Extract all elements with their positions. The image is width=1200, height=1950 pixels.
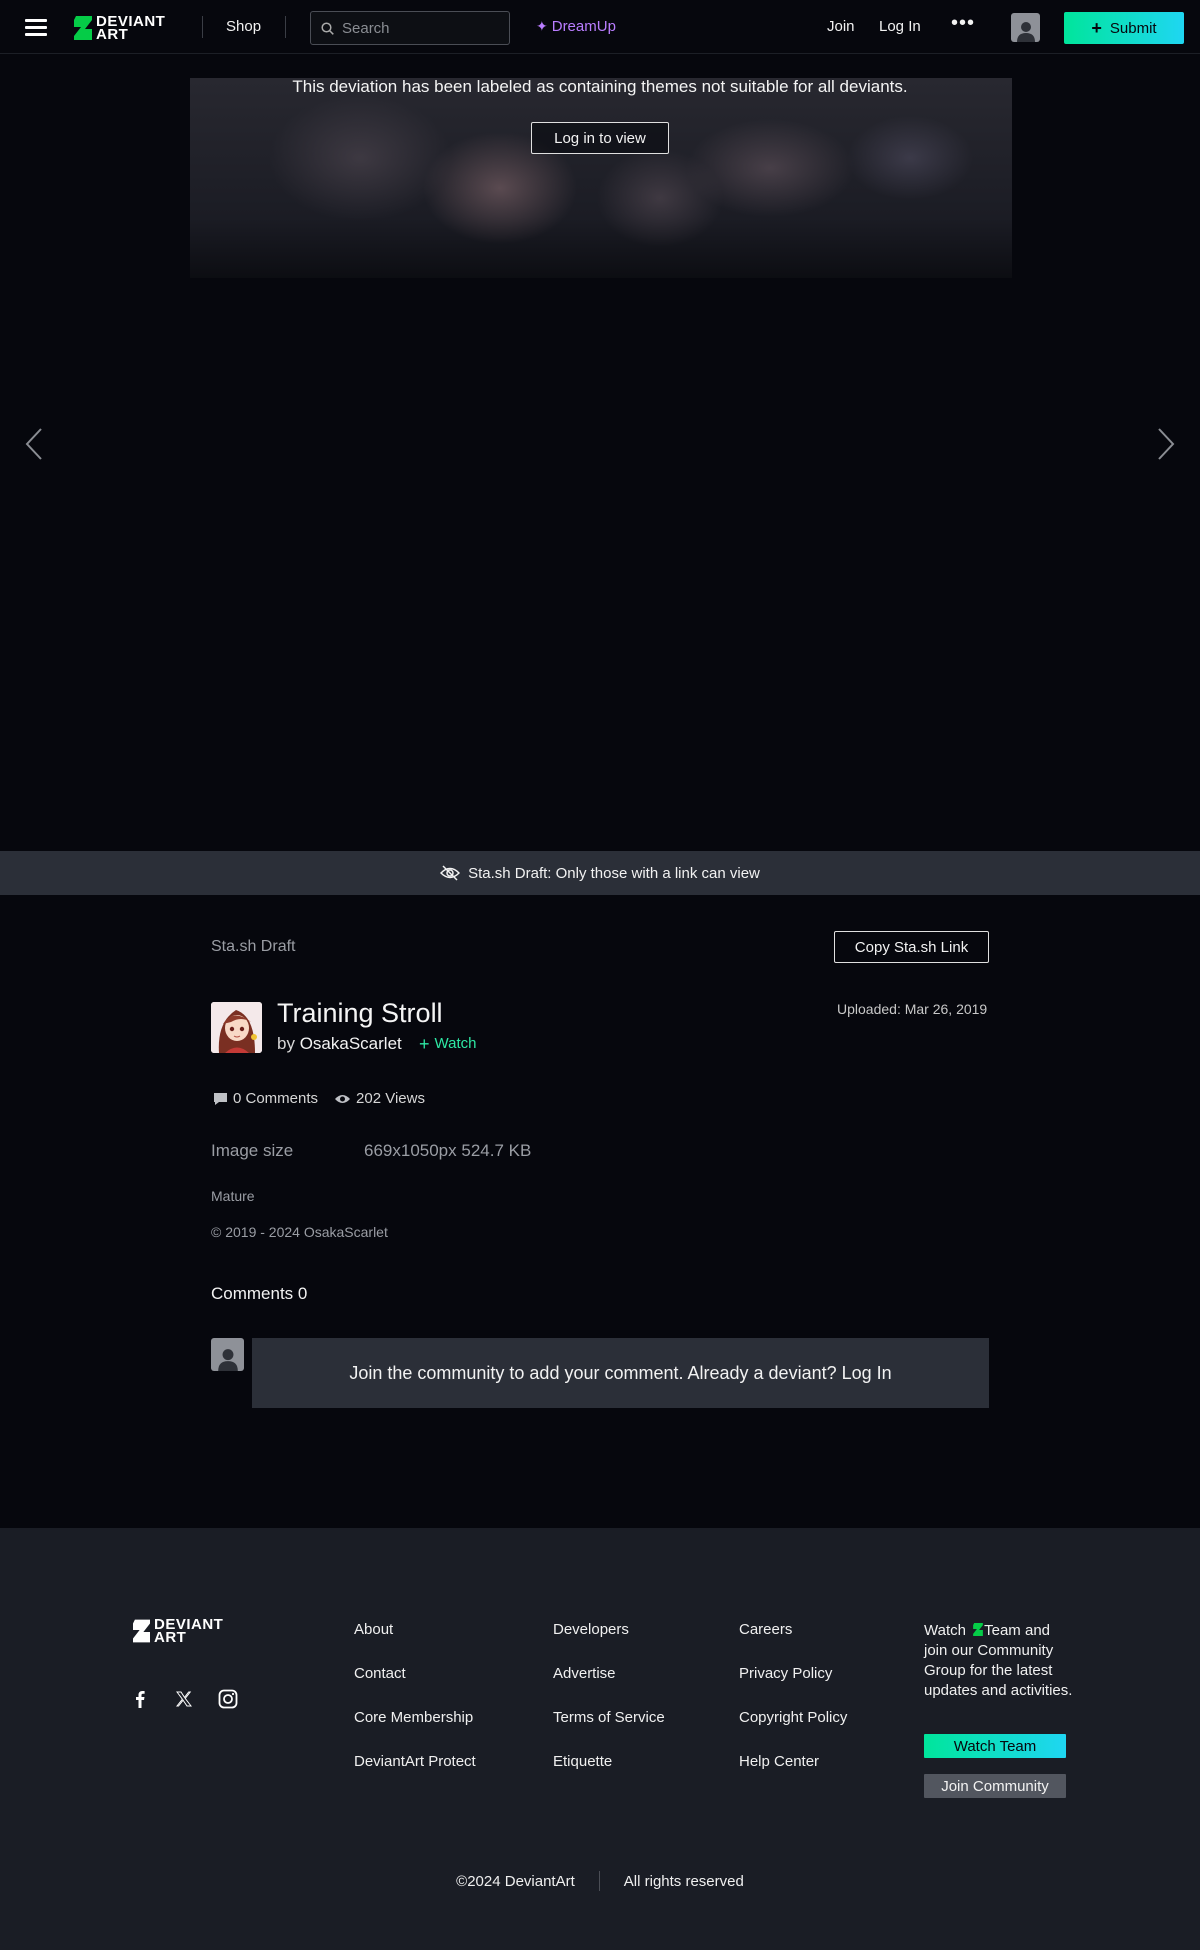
search-icon xyxy=(321,21,334,35)
watch-team-text-start: Watch xyxy=(924,1622,966,1639)
footer-column-business: Developers Advertise Terms of Service Et… xyxy=(553,1621,665,1797)
footer-link-help-center[interactable]: Help Center xyxy=(739,1753,847,1797)
dreamup-label: DreamUp xyxy=(551,18,616,35)
deviantart-logo[interactable]: DEVIANT ART xyxy=(74,14,165,42)
footer-divider xyxy=(598,1871,600,1891)
footer-column-legal: Careers Privacy Policy Copyright Policy … xyxy=(739,1621,847,1797)
watch-team-button[interactable]: Watch Team xyxy=(924,1734,1066,1758)
user-avatar-button[interactable] xyxy=(1011,13,1040,42)
plus-icon: + xyxy=(419,1033,430,1054)
log-in-to-view-button[interactable]: Log in to view xyxy=(531,122,669,154)
comments-count: 0 Comments xyxy=(233,1090,319,1107)
author-name-link[interactable]: OsakaScarlet xyxy=(300,1034,402,1053)
login-link[interactable]: Log In xyxy=(879,18,921,35)
more-options-icon[interactable]: ••• xyxy=(951,13,975,33)
footer-link-terms-of-service[interactable]: Terms of Service xyxy=(553,1709,665,1753)
next-arrow-icon[interactable] xyxy=(1156,426,1176,462)
image-size-label: Image size xyxy=(211,1141,294,1160)
join-link[interactable]: Join xyxy=(827,18,855,35)
stash-draft-banner: Sta.sh Draft: Only those with a link can… xyxy=(0,851,1200,895)
submit-button[interactable]: + Submit xyxy=(1064,12,1184,44)
footer-link-deviantart-protect[interactable]: DeviantArt Protect xyxy=(354,1753,476,1797)
blurred-mature-preview xyxy=(190,78,1012,278)
footer-deviantart-logo[interactable]: DEVIANT ART xyxy=(133,1616,224,1646)
watch-author-button[interactable]: + Watch xyxy=(419,1033,477,1054)
views-count: 202 Views xyxy=(356,1090,425,1107)
previous-arrow-icon[interactable] xyxy=(24,426,44,462)
footer-link-etiquette[interactable]: Etiquette xyxy=(553,1753,665,1797)
header-divider xyxy=(202,16,203,38)
mature-tag: Mature xyxy=(211,1188,255,1204)
comment-bubble-icon xyxy=(214,1092,227,1105)
top-header: DEVIANT ART Shop ✦ DreamUp Join Log In •… xyxy=(0,0,1200,54)
footer-link-careers[interactable]: Careers xyxy=(739,1621,847,1665)
footer-copyright: ©2024 DeviantArt xyxy=(456,1872,575,1890)
hidden-eye-icon xyxy=(440,865,461,881)
anime-girl-avatar-image xyxy=(211,1002,262,1053)
deviantart-logo-icon xyxy=(74,16,92,40)
eye-icon xyxy=(335,1094,351,1103)
footer-link-developers[interactable]: Developers xyxy=(553,1621,665,1665)
author-byline: by OsakaScarlet xyxy=(277,1034,402,1054)
deviation-stats: 0 Comments 202 Views xyxy=(213,1090,425,1107)
footer-link-about[interactable]: About xyxy=(354,1621,476,1665)
footer-link-core-membership[interactable]: Core Membership xyxy=(354,1709,476,1753)
by-label: by xyxy=(277,1034,295,1053)
mature-warning-message: This deviation has been labeled as conta… xyxy=(292,77,908,96)
deviation-copyright: © 2019 - 2024 OsakaScarlet xyxy=(211,1224,388,1240)
stash-banner-text: Sta.sh Draft: Only those with a link can… xyxy=(468,864,760,882)
watch-label: Watch xyxy=(434,1035,477,1052)
facebook-icon[interactable] xyxy=(129,1688,151,1710)
submit-label: Submit xyxy=(1109,19,1157,37)
hamburger-menu-icon[interactable] xyxy=(25,19,47,36)
shop-link[interactable]: Shop xyxy=(226,18,261,35)
views-stat: 202 Views xyxy=(334,1090,425,1107)
footer-logo-wordmark: DEVIANT ART xyxy=(154,1616,224,1646)
deviantart-small-logo-icon xyxy=(973,1623,983,1636)
search-input[interactable] xyxy=(342,19,502,37)
join-community-button[interactable]: Join Community xyxy=(924,1774,1066,1798)
logo-wordmark: DEVIANT ART xyxy=(96,13,166,43)
image-size-value: 669x1050px 524.7 KB xyxy=(364,1141,532,1160)
comment-login-prompt[interactable]: Join the community to add your comment. … xyxy=(252,1338,989,1408)
watch-team-description: Watch Team and join our Community Group … xyxy=(924,1621,1074,1701)
commenter-avatar xyxy=(211,1338,244,1371)
footer-bottom-bar: ©2024 DeviantArt All rights reserved xyxy=(0,1871,1200,1891)
search-box[interactable] xyxy=(310,11,510,45)
user-silhouette-icon xyxy=(1016,22,1035,42)
copy-stash-link-button[interactable]: Copy Sta.sh Link xyxy=(834,931,989,963)
stash-draft-label: Sta.sh Draft xyxy=(211,938,296,955)
footer-link-copyright-policy[interactable]: Copyright Policy xyxy=(739,1709,847,1753)
deviation-title: Training Stroll xyxy=(277,998,443,1028)
upload-date: Uploaded: Mar 26, 2019 xyxy=(837,1001,988,1017)
footer-rights: All rights reserved xyxy=(623,1872,744,1890)
comments-heading: Comments 0 xyxy=(211,1284,308,1303)
author-avatar[interactable] xyxy=(211,1002,262,1053)
footer-link-advertise[interactable]: Advertise xyxy=(553,1665,665,1709)
footer-link-privacy-policy[interactable]: Privacy Policy xyxy=(739,1665,847,1709)
instagram-icon[interactable] xyxy=(217,1688,239,1710)
footer-column-company: About Contact Core Membership DeviantArt… xyxy=(354,1621,476,1797)
x-twitter-icon[interactable] xyxy=(173,1688,195,1710)
sparkle-icon: ✦ xyxy=(536,18,548,34)
footer-link-contact[interactable]: Contact xyxy=(354,1665,476,1709)
dreamup-link[interactable]: ✦ DreamUp xyxy=(536,18,616,35)
header-divider xyxy=(285,16,286,38)
plus-icon: + xyxy=(1091,18,1102,38)
comments-stat[interactable]: 0 Comments xyxy=(213,1090,318,1107)
deviantart-logo-icon xyxy=(133,1619,150,1643)
social-links xyxy=(129,1688,239,1710)
user-silhouette-icon xyxy=(217,1349,238,1371)
